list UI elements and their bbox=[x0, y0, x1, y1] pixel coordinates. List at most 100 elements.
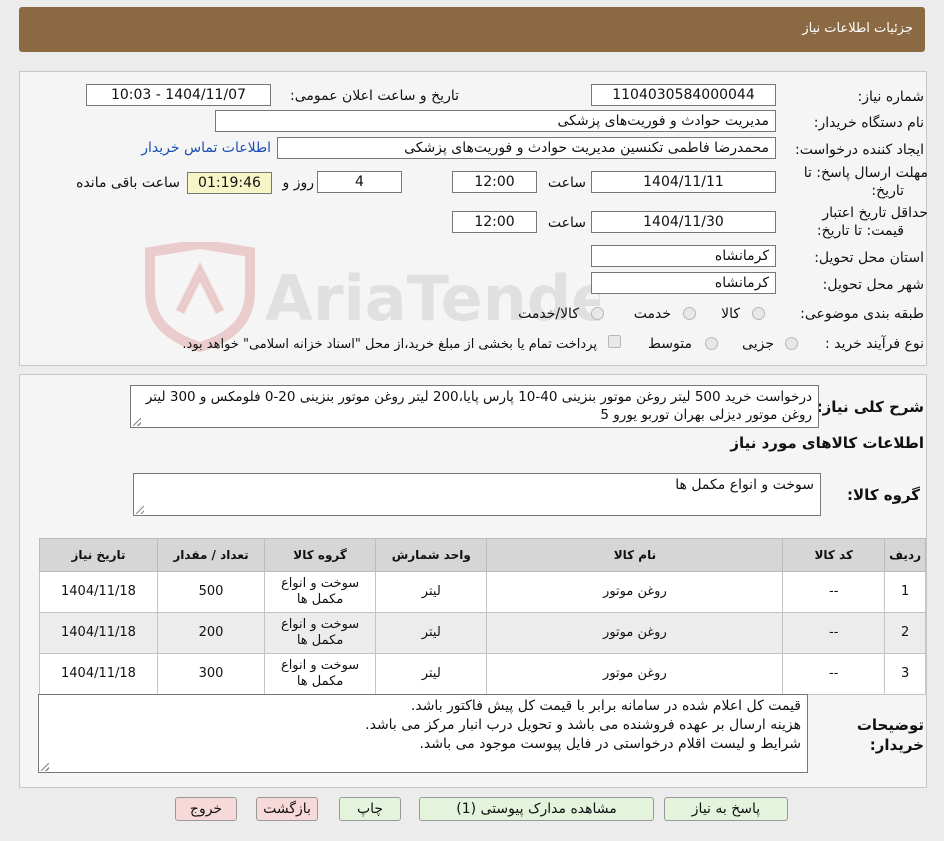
cell-unit: لیتر bbox=[375, 653, 488, 695]
buyer-notes-label-line1: توضیحات bbox=[856, 716, 924, 734]
cell-quantity: 300 bbox=[156, 653, 266, 695]
treasury-payment-note: پرداخت تمام یا بخشی از مبلغ خرید،از محل … bbox=[182, 337, 597, 352]
category-radio-goods[interactable] bbox=[752, 307, 765, 320]
table-header-row: ردیف کد کالا نام کالا واحد شمارش گروه کا… bbox=[39, 538, 926, 572]
deadline-time-field: 12:00 bbox=[452, 171, 537, 193]
cell-need-date: 1404/11/18 bbox=[39, 571, 158, 613]
category-radio-service[interactable] bbox=[683, 307, 696, 320]
cell-unit: لیتر bbox=[375, 612, 488, 654]
validity-time-field: 12:00 bbox=[452, 211, 537, 233]
category-option-service: خدمت bbox=[633, 306, 671, 322]
buyer-note-line: قیمت کل اعلام شده در سامانه برابر با قیم… bbox=[410, 698, 801, 714]
province-label: استان محل تحویل: bbox=[814, 250, 924, 266]
days-remaining-field: 4 bbox=[317, 171, 402, 193]
view-attachments-button[interactable]: مشاهده مدارک پیوستی (1) bbox=[419, 797, 654, 821]
page-title: جزئیات اطلاعات نیاز bbox=[802, 21, 913, 36]
watermark-logo: AriaTender.neT bbox=[145, 242, 600, 352]
goods-group-text: سوخت و انواع مکمل ها bbox=[675, 477, 814, 493]
cell-item-code: -- bbox=[782, 653, 886, 695]
summary-text: درخواست خرید 500 لیتر روغن موتور بنزینی … bbox=[145, 389, 812, 423]
validity-time-label: ساعت bbox=[547, 215, 586, 231]
table-row: 2 -- روغن موتور لیتر سوخت و انواع مکمل ه… bbox=[39, 612, 926, 654]
back-button[interactable]: بازگشت bbox=[256, 797, 318, 821]
exit-button[interactable]: خروج bbox=[175, 797, 237, 821]
goods-info-title: اطلاعات کالاهای مورد نیاز bbox=[730, 434, 924, 452]
cell-quantity: 500 bbox=[156, 571, 266, 613]
cell-quantity: 200 bbox=[156, 612, 266, 654]
province-field: کرمانشاه bbox=[591, 245, 776, 267]
resize-grip-icon[interactable] bbox=[136, 506, 144, 514]
process-radio-medium[interactable] bbox=[705, 337, 718, 350]
summary-textarea: درخواست خرید 500 لیتر روغن موتور بنزینی … bbox=[130, 385, 819, 428]
requester-field: محمدرضا فاطمی تکنسین مدیریت حوادث و فوری… bbox=[277, 137, 776, 159]
buyer-notes-label-line2: خریدار: bbox=[869, 736, 924, 754]
validity-label-line2: قیمت: تا تاریخ: bbox=[816, 223, 904, 239]
category-option-goods: کالا bbox=[721, 306, 740, 322]
col-header-row-number: ردیف bbox=[884, 538, 926, 572]
cell-need-date: 1404/11/18 bbox=[39, 612, 158, 654]
buyer-contact-link[interactable]: اطلاعات تماس خریدار bbox=[141, 140, 271, 156]
print-button[interactable]: چاپ bbox=[339, 797, 401, 821]
col-header-item-code: کد کالا bbox=[782, 538, 886, 572]
buyer-org-label: نام دستگاه خریدار: bbox=[813, 115, 924, 131]
process-radio-minor[interactable] bbox=[785, 337, 798, 350]
cell-item-code: -- bbox=[782, 571, 886, 613]
goods-table: ردیف کد کالا نام کالا واحد شمارش گروه کا… bbox=[39, 538, 926, 695]
deadline-label-line2: تاریخ: bbox=[871, 183, 904, 199]
watermark-text: AriaTender.neT bbox=[265, 262, 600, 335]
resize-grip-icon[interactable] bbox=[41, 763, 49, 771]
goods-group-label: گروه کالا: bbox=[847, 486, 920, 504]
need-number-label: شماره نیاز: bbox=[857, 89, 925, 105]
remaining-time-field: 01:19:46 bbox=[187, 172, 272, 194]
reply-button[interactable]: پاسخ به نیاز bbox=[664, 797, 788, 821]
days-label: روز و bbox=[282, 175, 315, 191]
cell-item-code: -- bbox=[782, 612, 886, 654]
cell-item-name: روغن موتور bbox=[486, 571, 784, 613]
requester-label: ایجاد کننده درخواست: bbox=[795, 142, 924, 158]
validity-label-line1: حداقل تاریخ اعتبار bbox=[822, 205, 928, 221]
cell-row-number: 2 bbox=[884, 612, 926, 654]
col-header-goods-group: گروه کالا bbox=[264, 538, 377, 572]
summary-label: شرح کلی نیاز: bbox=[816, 398, 924, 416]
buyer-note-line: شرایط و لیست اقلام درخواستی در فایل پیوس… bbox=[419, 736, 801, 752]
treasury-bonds-checkbox[interactable] bbox=[608, 335, 621, 348]
page-header: جزئیات اطلاعات نیاز bbox=[19, 7, 925, 52]
remaining-time-label: ساعت باقی مانده bbox=[76, 175, 180, 191]
buyer-note-line: هزینه ارسال بر عهده فروشنده می باشد و تح… bbox=[365, 717, 801, 733]
announce-datetime-field: 1404/11/07 - 10:03 bbox=[86, 84, 271, 106]
cell-goods-group: سوخت و انواع مکمل ها bbox=[264, 653, 377, 695]
cell-row-number: 1 bbox=[884, 571, 926, 613]
category-option-goods-service: کالا/خدمت bbox=[518, 306, 579, 322]
col-header-item-name: نام کالا bbox=[486, 538, 784, 572]
shield-icon bbox=[145, 242, 255, 352]
city-label: شهر محل تحویل: bbox=[822, 277, 924, 293]
goods-group-textarea: سوخت و انواع مکمل ها bbox=[133, 473, 821, 516]
buyer-org-field: مدیریت حوادث و فوریت‌های پزشکی bbox=[215, 110, 776, 132]
need-number-field: 1104030584000044 bbox=[591, 84, 776, 106]
process-type-label: نوع فرآیند خرید : bbox=[825, 336, 924, 352]
cell-row-number: 3 bbox=[884, 653, 926, 695]
cell-item-name: روغن موتور bbox=[486, 612, 784, 654]
deadline-date-field: 1404/11/11 bbox=[591, 171, 776, 193]
col-header-need-date: تاریخ نیاز bbox=[39, 538, 158, 572]
cell-need-date: 1404/11/18 bbox=[39, 653, 158, 695]
cell-goods-group: سوخت و انواع مکمل ها bbox=[264, 612, 377, 654]
table-row: 1 -- روغن موتور لیتر سوخت و انواع مکمل ه… bbox=[39, 571, 926, 613]
resize-grip-icon[interactable] bbox=[133, 418, 141, 426]
category-label: طبقه بندی موضوعی: bbox=[800, 306, 924, 322]
announce-datetime-label: تاریخ و ساعت اعلان عمومی: bbox=[290, 88, 459, 104]
process-option-minor: جزیی bbox=[742, 336, 774, 352]
table-row: 3 -- روغن موتور لیتر سوخت و انواع مکمل ه… bbox=[39, 653, 926, 695]
deadline-label-line1: مهلت ارسال پاسخ: تا bbox=[803, 165, 928, 181]
col-header-quantity: تعداد / مقدار bbox=[156, 538, 266, 572]
cell-unit: لیتر bbox=[375, 571, 488, 613]
deadline-time-label: ساعت bbox=[547, 175, 586, 191]
col-header-unit: واحد شمارش bbox=[375, 538, 488, 572]
buyer-notes-textarea: قیمت کل اعلام شده در سامانه برابر با قیم… bbox=[38, 694, 808, 773]
city-field: کرمانشاه bbox=[591, 272, 776, 294]
category-radio-goods-service[interactable] bbox=[591, 307, 604, 320]
cell-goods-group: سوخت و انواع مکمل ها bbox=[264, 571, 377, 613]
validity-date-field: 1404/11/30 bbox=[591, 211, 776, 233]
process-option-medium: متوسط bbox=[648, 336, 692, 352]
cell-item-name: روغن موتور bbox=[486, 653, 784, 695]
